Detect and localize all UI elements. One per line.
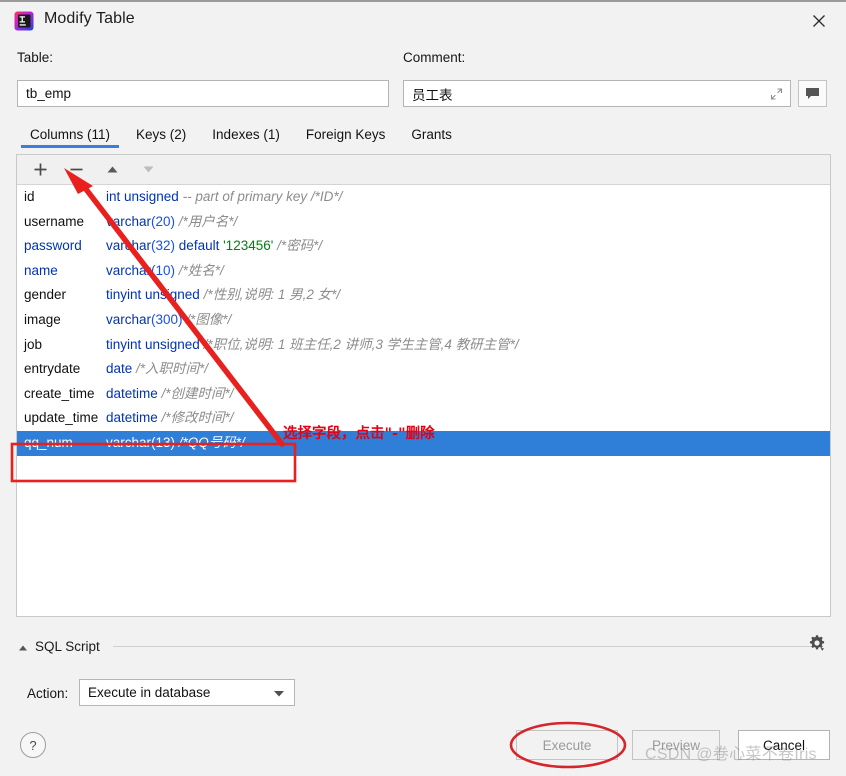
window-title: Modify Table xyxy=(44,10,135,27)
column-comment: /*创建时间*/ xyxy=(161,385,234,401)
table-label: Table: xyxy=(17,50,54,65)
tab-keys[interactable]: Keys (2) xyxy=(123,124,199,148)
column-comment: /*QQ号码*/ xyxy=(178,434,245,450)
gear-icon[interactable] xyxy=(806,632,828,654)
comment-value: 员工表 xyxy=(412,87,453,103)
close-icon[interactable] xyxy=(796,4,842,38)
column-type-length: (300) xyxy=(151,311,183,327)
comment-input[interactable]: 员工表 xyxy=(403,80,791,107)
table-row[interactable]: update_time datetime /*修改时间*/ xyxy=(17,406,830,431)
column-type: datetime xyxy=(106,385,158,401)
column-type: int unsigned xyxy=(106,189,179,204)
tab-indexes[interactable]: Indexes (1) xyxy=(199,124,293,148)
columns-toolbar xyxy=(17,155,830,185)
column-type: varchar xyxy=(106,213,152,229)
title-bar: Modify Table xyxy=(0,2,846,40)
column-name: create_time xyxy=(24,385,95,401)
column-comment: -- part of primary key /*ID*/ xyxy=(182,189,343,204)
column-type: datetime xyxy=(106,410,158,426)
execute-button-label: Execute xyxy=(542,737,592,753)
help-button[interactable]: ? xyxy=(20,732,46,758)
column-comment: /*性别,说明: 1 男,2 女*/ xyxy=(203,287,341,303)
column-name: image xyxy=(24,311,61,327)
tab-bar: Columns (11) Keys (2) Indexes (1) Foreig… xyxy=(17,124,465,152)
column-name: id xyxy=(24,189,35,204)
column-type: varchar xyxy=(106,311,152,327)
column-name: name xyxy=(24,262,58,278)
table-row[interactable]: entrydate date /*入职时间*/ xyxy=(17,357,830,382)
column-comment: /*姓名*/ xyxy=(178,262,224,278)
help-button-label: ? xyxy=(29,737,37,753)
sql-script-section-header[interactable]: SQL Script xyxy=(18,637,818,655)
column-comment: /*用户名*/ xyxy=(178,213,238,229)
column-type: tinyint unsigned xyxy=(106,336,200,352)
expand-icon[interactable] xyxy=(770,87,783,100)
table-row[interactable]: create_time datetime /*创建时间*/ xyxy=(17,382,830,407)
column-type: date xyxy=(106,361,133,377)
column-name: gender xyxy=(24,287,67,303)
table-row[interactable]: gender tinyint unsigned /*性别,说明: 1 男,2 女*… xyxy=(17,283,830,308)
column-type: varchar xyxy=(106,262,152,278)
modify-table-dialog: Modify Table Table: tb_emp Comment: 员工表 … xyxy=(0,0,846,771)
column-default-value: '123456' xyxy=(223,238,274,254)
triangle-up-icon[interactable] xyxy=(103,161,121,179)
column-type-length: (32) xyxy=(151,238,176,254)
cancel-button[interactable]: Cancel xyxy=(738,730,830,760)
section-divider xyxy=(112,645,812,647)
columns-rows: id int unsigned -- part of primary key /*… xyxy=(17,185,830,456)
tab-columns[interactable]: Columns (11) xyxy=(17,124,123,148)
plus-icon[interactable] xyxy=(31,161,49,179)
column-default-keyword: default xyxy=(178,238,220,254)
tab-columns-label: Columns (11) xyxy=(30,127,111,142)
column-comment: /*职位,说明: 1 班主任,2 讲师,3 学生主管,4 教研主管*/ xyxy=(203,336,519,352)
column-comment: /*入职时间*/ xyxy=(136,361,209,377)
column-name: password xyxy=(24,238,82,254)
tab-foreign-keys[interactable]: Foreign Keys xyxy=(293,124,399,148)
column-comment: /*修改时间*/ xyxy=(161,410,234,426)
table-row[interactable]: name varchar(10) /*姓名*/ xyxy=(17,259,830,284)
column-type-length: (13) xyxy=(151,434,176,450)
chevron-down-icon xyxy=(273,685,285,700)
table-name-value: tb_emp xyxy=(26,86,72,101)
preview-button-label: Preview xyxy=(651,737,700,753)
tab-foreign-keys-label: Foreign Keys xyxy=(305,127,386,142)
preview-button[interactable]: Preview xyxy=(632,730,720,760)
table-row[interactable]: qq_num varchar(13) /*QQ号码*/ xyxy=(17,430,830,456)
intellij-idea-icon xyxy=(14,11,34,31)
sql-script-title: SQL Script xyxy=(35,638,100,654)
minus-icon[interactable] xyxy=(67,161,85,179)
column-type: varchar xyxy=(106,434,152,450)
cancel-button-label: Cancel xyxy=(762,737,806,753)
execute-button[interactable]: Execute xyxy=(516,730,618,760)
column-name: update_time xyxy=(24,410,99,426)
action-select[interactable]: Execute in database xyxy=(79,679,295,706)
table-row[interactable]: id int unsigned -- part of primary key /*… xyxy=(17,185,830,210)
column-comment: /*密码*/ xyxy=(277,238,323,254)
tab-grants-label: Grants xyxy=(411,127,452,142)
tab-keys-label: Keys (2) xyxy=(136,127,187,142)
table-row[interactable]: password varchar(32) default '123456' /*密… xyxy=(17,234,830,259)
action-label: Action: xyxy=(27,686,69,701)
table-row[interactable]: username varchar(20) /*用户名*/ xyxy=(17,210,830,235)
column-comment: /*图像*/ xyxy=(186,311,232,327)
triangle-down-icon xyxy=(139,161,157,179)
triangle-up-icon xyxy=(18,641,28,651)
column-name: qq_num xyxy=(24,434,73,450)
column-type-length: (20) xyxy=(151,213,176,229)
column-type: varchar xyxy=(106,238,152,254)
comment-label: Comment: xyxy=(403,50,466,65)
table-row[interactable]: image varchar(300) /*图像*/ xyxy=(17,308,830,333)
column-name: username xyxy=(24,213,85,229)
tab-grants[interactable]: Grants xyxy=(398,124,465,148)
column-type: tinyint unsigned xyxy=(106,287,200,303)
column-type-length: (10) xyxy=(151,262,176,278)
comment-bubble-icon[interactable] xyxy=(798,80,827,107)
table-row[interactable]: job tinyint unsigned /*职位,说明: 1 班主任,2 讲师,… xyxy=(17,333,830,358)
columns-list-panel: id int unsigned -- part of primary key /*… xyxy=(16,154,831,617)
column-name: job xyxy=(24,336,43,352)
column-name: entrydate xyxy=(24,361,81,377)
action-select-value: Execute in database xyxy=(88,685,211,700)
table-name-input[interactable]: tb_emp xyxy=(17,80,389,107)
tab-indexes-label: Indexes (1) xyxy=(212,127,280,142)
